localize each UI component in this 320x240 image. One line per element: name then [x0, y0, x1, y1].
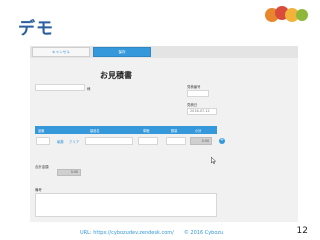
- col-header-unit-price: 単価: [143, 128, 150, 133]
- total-amount-label: 合計金額: [35, 165, 49, 169]
- form-button-bar: キャンセル 保存: [30, 46, 298, 58]
- estimate-no-field[interactable]: [187, 90, 209, 97]
- mouse-cursor-icon: [211, 157, 216, 164]
- slide-title: デモ: [18, 19, 54, 39]
- estimate-date-label: 見積日: [187, 103, 198, 107]
- quantity-input[interactable]: [166, 137, 186, 145]
- remarks-textarea[interactable]: [35, 193, 217, 217]
- slide-footer: URL: https://cybozudev.zendesk.com/ © 20…: [80, 230, 224, 236]
- col-header-part-no: 品番: [38, 128, 45, 133]
- product-name-input[interactable]: [85, 137, 133, 145]
- customer-suffix-label: 様: [87, 87, 91, 91]
- line-items-header: 品番 製品名 単価 数量 小計: [35, 126, 217, 134]
- save-button[interactable]: 保存: [93, 47, 151, 57]
- total-amount-field: 0.00: [57, 169, 81, 176]
- edit-button[interactable]: 編集: [57, 139, 64, 144]
- estimate-date-field[interactable]: 2016-07-12: [187, 108, 217, 115]
- customer-name-field[interactable]: [35, 84, 85, 91]
- col-header-subtotal: 小計: [195, 128, 202, 133]
- col-header-product: 製品名: [90, 128, 100, 133]
- add-row-button[interactable]: +: [219, 138, 225, 144]
- remarks-label: 備考: [35, 188, 42, 192]
- col-header-quantity: 数量: [171, 128, 178, 133]
- cybozu-logo-icon: [265, 6, 308, 22]
- cancel-button[interactable]: キャンセル: [32, 47, 90, 57]
- page-number: 12: [296, 226, 308, 236]
- kintone-form: キャンセル 保存 お見積書 様 見積番号 見積日 2016-07-12 品番 製…: [30, 46, 298, 222]
- clear-button[interactable]: クリア: [69, 139, 79, 144]
- document-title: お見積書: [100, 71, 132, 80]
- estimate-no-label: 見積番号: [187, 85, 201, 89]
- unit-price-input[interactable]: [138, 137, 158, 145]
- part-no-input[interactable]: [36, 137, 50, 145]
- row-subtotal-field: 0.00: [190, 137, 212, 145]
